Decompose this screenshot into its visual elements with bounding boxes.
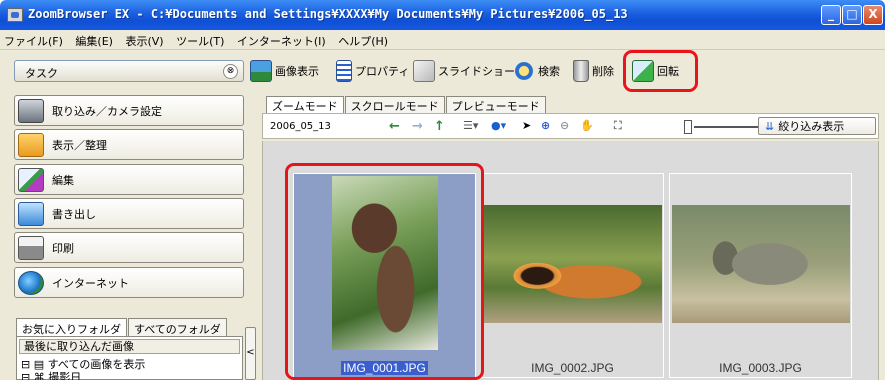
nav-internet-label: インターネット [52, 276, 129, 290]
trash-icon [573, 60, 589, 82]
thumbnail-3-filename: IMG_0003.JPG [719, 361, 802, 375]
slideshow-label: スライドショー [438, 65, 515, 78]
nav-edit[interactable]: 編集 [14, 164, 244, 195]
close-button[interactable]: X [863, 5, 883, 25]
toolbar: タスク ⊗ 画像表示 プロパティ スライドショー 検索 削除 回転 [0, 50, 885, 92]
thumbnail-2-caption: IMG_0002.JPG [482, 361, 663, 375]
nav-edit-label: 編集 [52, 173, 74, 187]
info-icon[interactable]: ●▾ [491, 119, 506, 132]
collapse-icon[interactable]: ⊗ [223, 64, 238, 79]
zoom-in-icon[interactable]: ⊕ [541, 119, 550, 132]
tab-scroll-mode[interactable]: スクロールモード [344, 96, 445, 113]
tab-zoom-mode[interactable]: ズームモード [266, 96, 344, 113]
filter-label: 絞り込み表示 [778, 120, 845, 133]
slideshow-icon [413, 60, 435, 82]
nav-export[interactable]: 書き出し [14, 198, 244, 229]
thumbnail-3-caption: IMG_0003.JPG [670, 361, 851, 375]
nav-print-label: 印刷 [52, 241, 74, 255]
edit-icon [18, 167, 44, 192]
thumbnail-2-filename: IMG_0002.JPG [531, 361, 614, 375]
panel-collapse-button[interactable]: < [245, 327, 256, 380]
delete-button[interactable]: 削除 [573, 59, 614, 83]
tab-preview-mode[interactable]: プレビューモード [445, 96, 546, 113]
nav-import-camera[interactable]: 取り込み／カメラ設定 [14, 95, 244, 126]
nav-internet[interactable]: インターネット [14, 267, 244, 298]
mode-tabs: ズームモード スクロールモード プレビューモード [266, 96, 547, 113]
menu-file[interactable]: ファイル(F) [0, 30, 68, 49]
search-label: 検索 [538, 65, 560, 78]
search-button[interactable]: 検索 [513, 59, 560, 83]
nav-export-label: 書き出し [52, 207, 96, 221]
pointer-icon[interactable]: ➤ [522, 119, 531, 132]
nav-view-organize-label: 表示／整理 [52, 138, 107, 152]
properties-button[interactable]: プロパティ [336, 59, 409, 83]
nav-view-organize[interactable]: 表示／整理 [14, 129, 244, 160]
up-arrow-icon[interactable]: ↑ [434, 119, 445, 134]
printer-icon [18, 235, 44, 260]
camera-icon [18, 98, 44, 123]
zoom-slider-thumb[interactable] [684, 120, 692, 134]
menu-view[interactable]: 表示(V) [121, 30, 168, 49]
task-header[interactable]: タスク ⊗ [14, 60, 244, 82]
filter-icon: ⇊ [765, 119, 775, 133]
title-bar: ZoomBrowser EX - C:¥Documents and Settin… [0, 0, 885, 30]
takin-photo [672, 205, 850, 323]
folder-tabs: お気に入りフォルダ すべてのフォルダ [16, 318, 228, 336]
minimize-button[interactable]: _ [821, 5, 841, 25]
rotate-highlight [623, 50, 698, 92]
image-view-icon [250, 60, 272, 82]
menu-tools[interactable]: ツール(T) [172, 30, 229, 49]
menu-edit[interactable]: 編集(E) [71, 30, 118, 49]
menu-bar: ファイル(F) 編集(E) 表示(V) ツール(T) インターネット(I) ヘル… [0, 30, 885, 50]
nav-print[interactable]: 印刷 [14, 232, 244, 263]
filter-button[interactable]: ⇊ 絞り込み表示 [758, 117, 876, 135]
hand-icon[interactable]: ✋ [580, 119, 594, 132]
properties-icon [336, 60, 352, 82]
menu-help[interactable]: ヘルプ(H) [334, 30, 393, 49]
window-title: ZoomBrowser EX - C:¥Documents and Settin… [28, 7, 628, 21]
task-panel: 取り込み／カメラ設定 表示／整理 編集 書き出し 印刷 インターネット お気に入… [0, 92, 258, 380]
forward-arrow-icon[interactable]: → [412, 119, 423, 134]
folder-icon [18, 132, 44, 157]
zoom-out-icon[interactable]: ⊖ [560, 119, 569, 132]
globe-icon [18, 270, 44, 295]
fit-icon[interactable]: ⛶ [614, 119, 622, 133]
tree-item-shooting-date[interactable]: ⊟ ⌘ 撮影日 [21, 369, 81, 380]
selection-highlight [285, 163, 484, 380]
task-header-label: タスク [25, 67, 58, 80]
recent-images-header[interactable]: 最後に取り込んだ画像 [19, 339, 240, 354]
sort-icon[interactable]: ☰▾ [463, 119, 478, 132]
folder-pane: 最後に取り込んだ画像 ⊟ ▤ すべての画像を表示 ⊟ ⌘ 撮影日 [16, 336, 243, 380]
app-icon[interactable] [7, 8, 23, 22]
properties-label: プロパティ [355, 65, 410, 78]
slideshow-button[interactable]: スライドショー [413, 59, 515, 83]
search-icon [513, 60, 535, 82]
view-image-button[interactable]: 画像表示 [250, 59, 319, 83]
folder-path: 2006_05_13 [270, 121, 331, 132]
export-icon [18, 201, 44, 226]
nav-import-camera-label: 取り込み／カメラ設定 [52, 104, 162, 118]
tab-all-folders[interactable]: すべてのフォルダ [128, 318, 227, 336]
browser-subtoolbar: 2006_05_13 ← → ↑ ☰▾ ●▾ ➤ ⊕ ⊖ ✋ ⛶ ⇊ 絞り込み表… [262, 113, 879, 139]
view-image-label: 画像表示 [275, 65, 319, 78]
menu-internet[interactable]: インターネット(I) [233, 30, 331, 49]
tab-favorite-folders[interactable]: お気に入りフォルダ [16, 318, 127, 336]
thumbnail-3[interactable]: IMG_0003.JPG [669, 173, 852, 378]
thumbnail-2[interactable]: IMG_0002.JPG [481, 173, 664, 378]
delete-label: 削除 [592, 65, 614, 78]
back-arrow-icon[interactable]: ← [389, 119, 400, 134]
tiger-photo [484, 205, 662, 323]
maximize-button[interactable]: □ [842, 5, 862, 25]
